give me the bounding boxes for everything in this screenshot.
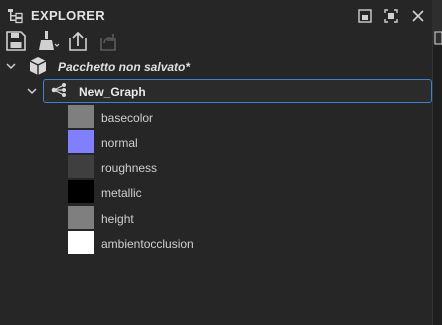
output-swatch [68, 155, 94, 178]
output-swatch [68, 231, 94, 254]
package-label[interactable]: Pacchetto non salvato* [58, 60, 190, 74]
reload-icon[interactable] [96, 30, 120, 52]
maximize-icon[interactable] [383, 8, 399, 24]
output-swatch [68, 206, 94, 229]
graph-label: New_Graph [79, 85, 146, 99]
panel-title: EXPLORER [31, 8, 105, 23]
output-swatch [68, 105, 94, 128]
output-label: basecolor [101, 111, 154, 125]
tree-icon [8, 9, 23, 24]
panel-header: EXPLORER [0, 0, 442, 30]
graph-icon [51, 83, 66, 97]
output-swatch [68, 180, 94, 203]
close-icon[interactable] [410, 8, 426, 24]
explorer-toolbar [0, 30, 442, 54]
output-label: metallic [101, 186, 142, 200]
output-label: normal [101, 136, 138, 150]
chevron-down-icon[interactable] [5, 60, 17, 72]
output-label: roughness [101, 161, 158, 175]
package-icon [29, 57, 47, 75]
output-label: height [101, 212, 134, 226]
output-label: ambientocclusion [101, 237, 194, 251]
clean-icon[interactable] [36, 30, 60, 52]
chevron-down-icon[interactable] [26, 85, 38, 97]
publish-icon[interactable] [66, 30, 90, 52]
output-swatch [68, 130, 94, 153]
float-icon[interactable] [357, 8, 373, 24]
save-icon[interactable] [4, 30, 28, 52]
